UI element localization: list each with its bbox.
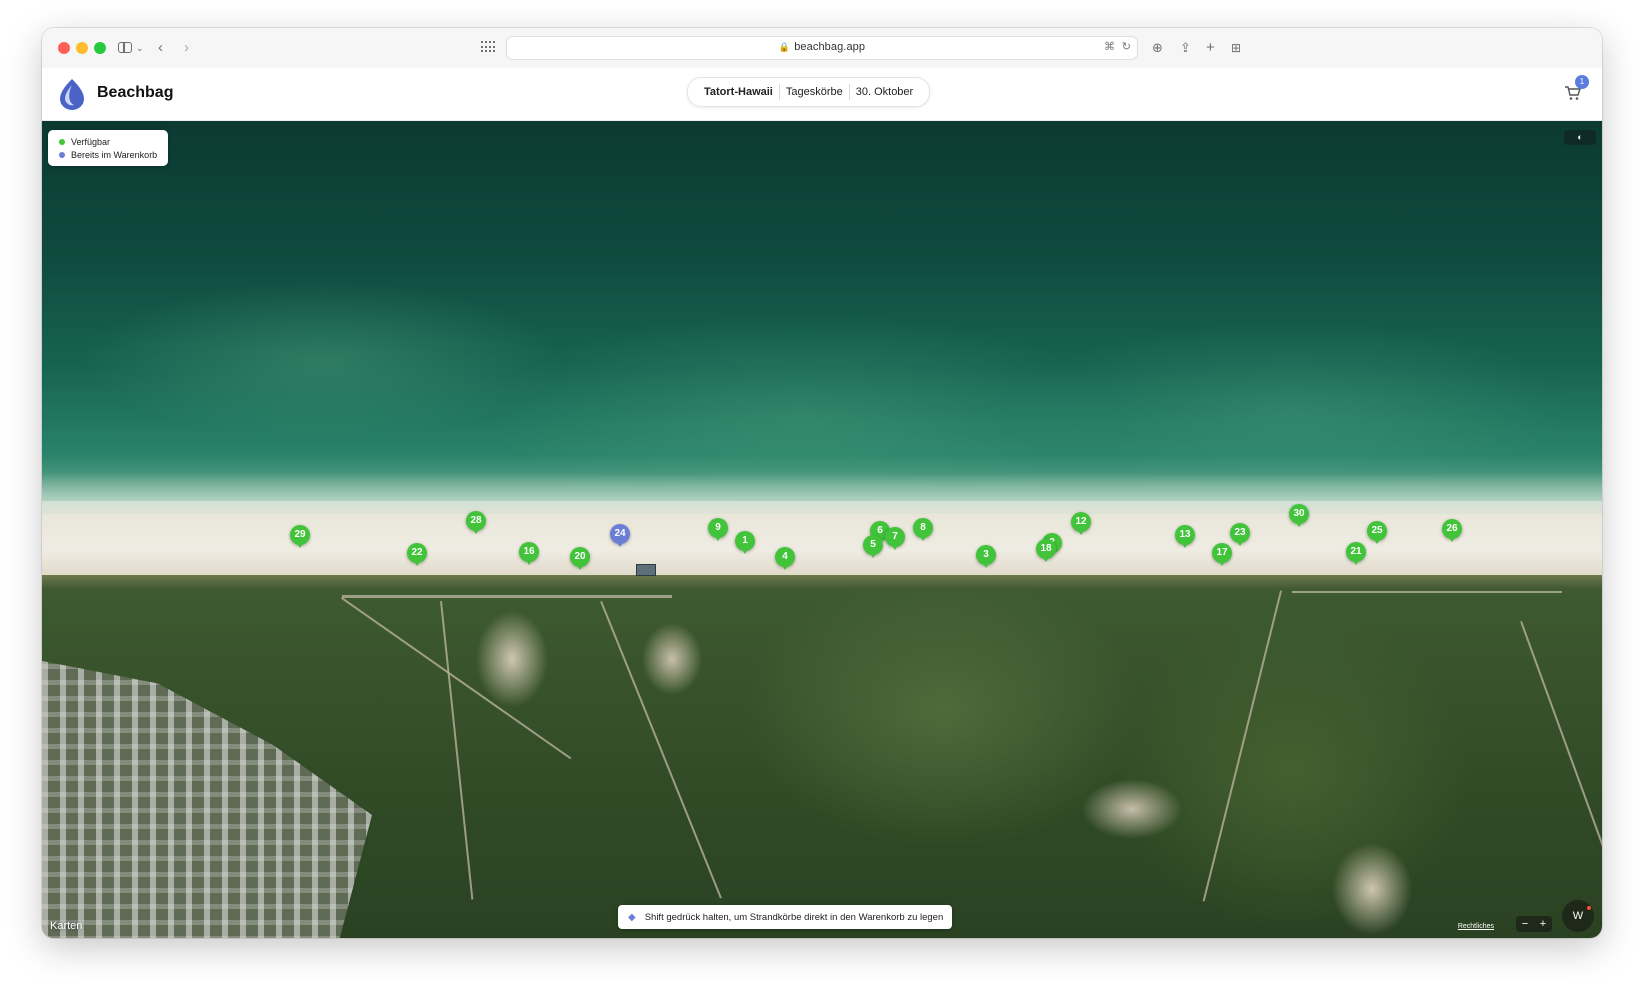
beach-chair-pin-available[interactable]: 22 (407, 543, 427, 566)
beach-chair-pin-available[interactable]: 5 (863, 535, 883, 558)
beach-chair-pin-available[interactable]: 1 (735, 531, 755, 554)
beach-chair-pin-available[interactable]: 23 (1230, 523, 1250, 546)
chevron-down-icon[interactable]: ⌄ (136, 37, 144, 59)
cart-button[interactable]: 1 (1564, 75, 1589, 102)
new-tab-icon[interactable]: + (1206, 37, 1215, 59)
minimize-window-button[interactable] (76, 42, 88, 54)
beach-chair-pin-in-cart[interactable]: 24 (610, 524, 630, 547)
beach-chair-pin-available[interactable]: 26 (1442, 519, 1462, 542)
legend-in-cart-label: Bereits im Warenkorb (71, 149, 158, 160)
cart-count-badge: 1 (1575, 75, 1589, 89)
map-type-icon[interactable]: ◐ (1564, 130, 1596, 145)
beach-chair-pin-available[interactable]: 4 (775, 547, 795, 570)
beach-chair-pin-available[interactable]: 9 (708, 518, 728, 541)
beach-chair-pin-available[interactable]: 8 (913, 518, 933, 541)
beach-chair-pin-available[interactable]: 18 (1036, 539, 1056, 562)
tab-overview-icon[interactable]: ⊞ (1231, 37, 1241, 59)
beach-chair-pin-available[interactable]: 28 (466, 511, 486, 534)
available-legend-dot (59, 138, 65, 145)
sidebar-toggle-icon[interactable] (118, 42, 132, 53)
compass-label: W (1572, 910, 1584, 922)
in-cart-legend-dot (59, 151, 65, 158)
beach-chair-pin-available[interactable]: 3 (976, 545, 996, 568)
shift-hint-banner: ◆ Shift gedrück halten, um Strandkörbe d… (618, 905, 952, 929)
beach-chair-pin-available[interactable]: 12 (1071, 512, 1091, 535)
beach-map[interactable]: Verfügbar Bereits im Warenkorb ◐ 29 22 28 1… (42, 121, 1602, 938)
beach-chair-pin-available[interactable]: 16 (519, 542, 539, 565)
translate-icon[interactable]: ⌘ (1104, 40, 1115, 53)
beach-chair-pin-available[interactable]: 21 (1346, 542, 1366, 565)
app-header: Beachbag Tatort-Hawaii Tageskörbe 30. Ok… (42, 68, 1602, 121)
diamond-icon: ◆ (628, 911, 636, 923)
beachbag-logo-icon[interactable] (58, 77, 86, 111)
lock-icon: 🔒 (778, 42, 791, 52)
zoom-in-button[interactable]: + (1534, 916, 1552, 932)
browser-toolbar: ⌄ ‹ › 🔒 beachbag.app ⌘ ↻ ⊕ ⇪ + ⊞ (42, 28, 1602, 69)
beach-building (636, 564, 656, 576)
close-window-button[interactable] (58, 42, 70, 54)
legal-link[interactable]: Rechtliches (1458, 923, 1494, 930)
beach-chair-pin-available[interactable]: 30 (1289, 504, 1309, 527)
beach-chair-pin-available[interactable]: 17 (1212, 543, 1232, 566)
share-icon[interactable]: ⇪ (1180, 37, 1191, 59)
beach-chair-pin-available[interactable]: 20 (570, 547, 590, 570)
reload-icon[interactable]: ↻ (1122, 40, 1131, 53)
footpath (1292, 591, 1562, 593)
back-icon[interactable]: ‹ (158, 37, 163, 59)
browser-window: ⌄ ‹ › 🔒 beachbag.app ⌘ ↻ ⊕ ⇪ + ⊞ Beachbag… (42, 28, 1602, 938)
sea-area (42, 121, 1602, 501)
beach-chair-pin-available[interactable]: 25 (1367, 521, 1387, 544)
map-provider-label: Karten (50, 920, 83, 932)
location-selector[interactable]: Tatort-Hawaii (698, 86, 779, 98)
category-selector[interactable]: Tageskörbe (780, 86, 849, 98)
url-text: beachbag.app (794, 41, 866, 53)
booking-filter-pill[interactable]: Tatort-Hawaii Tageskörbe 30. Oktober (687, 77, 931, 107)
beach-sand (42, 514, 1602, 580)
date-selector[interactable]: 30. Oktober (850, 86, 919, 98)
beach-chair-pin-available[interactable]: 29 (290, 525, 310, 548)
address-bar[interactable]: 🔒 beachbag.app ⌘ ↻ (506, 36, 1138, 60)
zoom-out-button[interactable]: − (1516, 916, 1534, 932)
legend-available-label: Verfügbar (71, 136, 111, 147)
compass-icon[interactable]: W (1562, 900, 1594, 932)
footpath (342, 595, 672, 598)
beach-chair-pin-available[interactable]: 7 (885, 527, 905, 550)
brand-name[interactable]: Beachbag (97, 84, 173, 102)
download-icon[interactable]: ⊕ (1152, 37, 1163, 59)
map-legend: Verfügbar Bereits im Warenkorb (48, 130, 168, 166)
apps-grid-icon[interactable] (481, 41, 495, 53)
beach-chair-pin-available[interactable]: 13 (1175, 525, 1195, 548)
forward-icon[interactable]: › (184, 37, 189, 59)
shift-hint-text: Shift gedrück halten, um Strandkörbe dir… (644, 911, 944, 923)
zoom-control[interactable]: − + (1516, 916, 1552, 932)
map-provider-logo: Karten (50, 920, 82, 932)
zoom-window-button[interactable] (94, 42, 106, 54)
